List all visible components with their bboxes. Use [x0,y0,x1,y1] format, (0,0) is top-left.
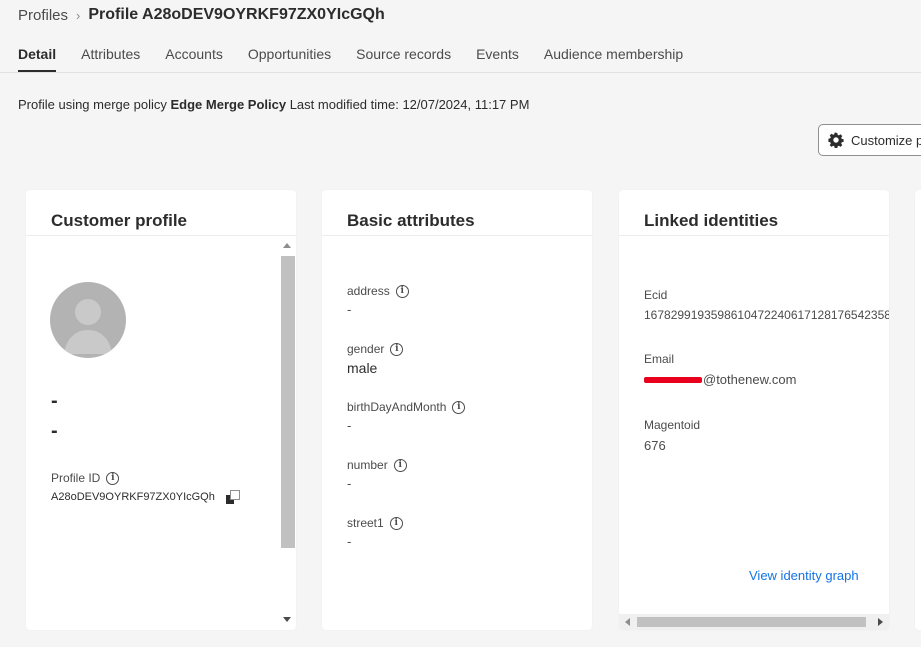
gear-icon [828,132,844,148]
tab-bar: Detail Attributes Accounts Opportunities… [18,46,683,72]
scrollbar-thumb[interactable] [637,617,866,627]
tab-accounts[interactable]: Accounts [165,46,223,72]
identity-value: 676 [644,438,666,453]
profile-id-value: A28oDEV9OYRKF97ZX0YIcGQh [51,491,215,503]
page-title: Profile A28oDEV9OYRKF97ZX0YIcGQh [88,6,385,23]
attribute-label: address [347,284,390,298]
scrollbar-thumb[interactable] [281,256,295,548]
next-card-partial [915,190,921,630]
basic-attributes-title: Basic attributes [347,211,475,230]
info-icon[interactable]: i [390,342,404,356]
info-icon[interactable]: i [452,400,466,414]
attribute-street1: street1 i - [347,516,403,549]
identity-label: Email [644,352,675,366]
identity-ecid: Ecid 16782991935986104722406171281765423… [644,288,889,322]
attribute-value: - [347,302,352,317]
tabs-divider [0,72,921,73]
card-divider [619,235,889,236]
profile-id-label-row: Profile ID i [51,471,241,485]
identity-email: Email @tothenew.com [644,352,796,387]
merge-policy-info: Profile using merge policy Edge Merge Po… [18,97,529,112]
last-modified-value: 12/07/2024, 11:17 PM [402,97,530,112]
attribute-birthday: birthDayAndMonth i - [347,400,466,433]
attribute-value: - [347,476,352,491]
attribute-value: - [347,534,352,549]
scroll-up-icon[interactable] [283,243,291,248]
customize-profile-button[interactable]: Customize p [818,124,921,156]
scroll-left-icon[interactable] [625,618,630,626]
attribute-label: birthDayAndMonth [347,400,447,414]
breadcrumb: Profiles › Profile A28oDEV9OYRKF97ZX0YIc… [18,6,385,24]
last-modified-label: Last modified time: [289,97,399,112]
identity-value: @tothenew.com [703,372,797,387]
profile-name-line-2: - [51,420,58,442]
basic-attributes-card: Basic attributes address i - gender i male… [322,190,592,630]
tab-audience-membership[interactable]: Audience membership [544,46,683,72]
identity-magentoid: Magentoid 676 [644,418,700,453]
card-divider [322,235,592,236]
vertical-scrollbar[interactable] [279,240,295,630]
copy-icon[interactable] [225,489,241,505]
attribute-number: number i - [347,458,407,491]
breadcrumb-profiles-link[interactable]: Profiles [18,7,68,24]
identity-email-row: @tothenew.com [644,372,796,387]
profile-name-line-1: - [51,390,58,412]
card-divider [26,235,296,236]
scroll-right-icon[interactable] [878,618,883,626]
chevron-right-icon: › [76,7,81,23]
linked-identities-card: Linked identities Ecid 16782991935986104… [619,190,889,630]
redaction-mark [644,376,702,383]
tab-opportunities[interactable]: Opportunities [248,46,331,72]
view-identity-graph-link[interactable]: View identity graph [749,568,859,583]
customize-label: Customize p [851,132,921,148]
profile-id-value-row: A28oDEV9OYRKF97ZX0YIcGQh [51,489,241,505]
tab-events[interactable]: Events [476,46,519,72]
attribute-address: address i - [347,284,409,317]
info-icon[interactable]: i [389,516,403,530]
info-icon[interactable]: i [106,471,120,485]
customer-profile-card: Customer profile - - Profile ID i A28oDE… [26,190,296,630]
scroll-down-icon[interactable] [283,617,291,622]
attribute-value: male [347,360,378,376]
attribute-gender: gender i male [347,342,404,376]
identity-label: Magentoid [644,418,701,432]
merge-policy-prefix: Profile using merge policy [18,97,167,112]
info-icon[interactable]: i [393,458,407,472]
identity-label: Ecid [644,288,668,302]
info-icon[interactable]: i [395,284,409,298]
merge-policy-name: Edge Merge Policy [170,97,287,112]
customer-profile-title: Customer profile [51,211,188,230]
profile-id-label: Profile ID [51,471,101,485]
attribute-value: - [347,418,352,433]
identity-value: 16782991935986104722406171281765423582 [644,308,889,322]
attribute-label: number [347,458,388,472]
attribute-label: street1 [347,516,384,530]
horizontal-scrollbar[interactable] [619,614,889,630]
tab-attributes[interactable]: Attributes [81,46,140,72]
tab-detail[interactable]: Detail [18,46,57,72]
avatar [50,282,126,358]
person-silhouette-icon [64,299,112,354]
attribute-label: gender [347,342,385,356]
linked-identities-title: Linked identities [644,211,779,230]
tab-source-records[interactable]: Source records [356,46,451,72]
profile-id-field: Profile ID i A28oDEV9OYRKF97ZX0YIcGQh [51,471,241,505]
